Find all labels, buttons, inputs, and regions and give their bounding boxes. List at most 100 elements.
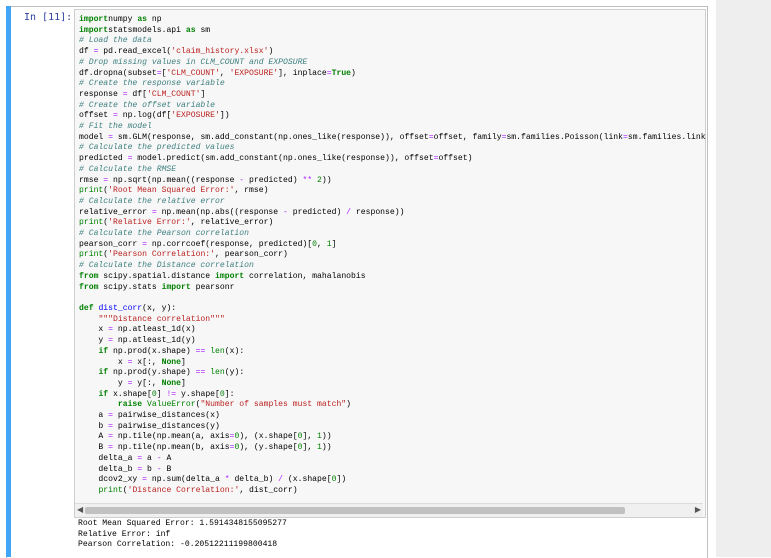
code-token: np.corrcoef(response, predicted)[ <box>147 239 313 249</box>
code-token: (x, y): <box>142 303 177 313</box>
code-token: # Calculate the Distance correlation <box>79 261 254 271</box>
code-token: np.tile(np.mean(b, axis <box>113 443 230 453</box>
code-line[interactable]: dcov2_xy = np.sum(delta_a * delta_b) / (… <box>79 475 705 486</box>
code-token: # Fit the model <box>79 122 152 132</box>
code-line[interactable]: # Create the response variable <box>79 79 705 90</box>
code-token: pairwise_distances(x) <box>113 411 220 421</box>
code-line[interactable]: delta_b = b - B <box>79 464 705 476</box>
code-token: ), (x.shape[ <box>239 432 298 442</box>
code-token: ]: <box>224 389 235 399</box>
scroll-right-icon[interactable]: ▶ <box>695 505 701 514</box>
code-token: model.predict(sm.add_constant(np.ones_li… <box>132 154 434 164</box>
code-token: print <box>79 250 104 260</box>
code-line[interactable]: print('Root Mean Squared Error:', rmse) <box>79 186 705 197</box>
code-token: np.atleast_1d(y) <box>113 336 196 346</box>
code-line[interactable]: importnumpy as np <box>79 15 705 26</box>
code-token: dcov2_xy <box>79 475 143 485</box>
cell-output: Root Mean Squared Error: 1.5914348155095… <box>78 519 287 551</box>
code-line[interactable]: importstatsmodels.api as sm <box>79 25 705 37</box>
code-line[interactable]: delta_a = a - A <box>79 453 705 465</box>
code-token: ], <box>302 443 318 453</box>
code-line[interactable]: from scipy.spatial.distance import corre… <box>79 272 705 283</box>
code-line[interactable]: # Load the data <box>79 36 705 47</box>
code-line[interactable]: rmse = np.sqrt(np.mean((response - predi… <box>79 175 705 187</box>
code-token: 'EXPOSURE' <box>229 68 279 78</box>
code-token: ) <box>351 68 356 78</box>
code-line[interactable]: A = np.tile(np.mean(a, axis=0), (x.shape… <box>79 432 705 443</box>
code-line[interactable]: # Calculate the Distance correlation <box>79 261 705 272</box>
code-token: "Number of samples must match" <box>200 400 347 410</box>
code-token: offset, family <box>433 132 502 142</box>
code-token: np.mean(np.abs((response <box>156 207 284 217</box>
code-token: # Load the data <box>79 36 152 46</box>
code-token: raise <box>117 400 143 410</box>
code-line[interactable]: print('Relative Error:', relative_error) <box>79 218 705 229</box>
code-line[interactable]: def dist_corr(x, y): <box>79 303 705 315</box>
code-token: , pearson_corr) <box>215 250 288 260</box>
code-token: x <box>79 357 128 367</box>
code-token: dist_corr <box>98 303 143 313</box>
code-line[interactable]: x = np.atleast_1d(x) <box>79 325 705 336</box>
code-line[interactable]: x = x[:, None] <box>79 357 705 369</box>
code-token: import <box>161 282 191 292</box>
code-token: len <box>210 346 225 356</box>
code-token: delta_a <box>79 453 138 463</box>
code-line[interactable]: response = df['CLM_COUNT'] <box>79 89 705 101</box>
code-line[interactable]: model = sm.GLM(response, sm.add_constant… <box>79 132 705 144</box>
code-token: response)) <box>351 207 405 217</box>
code-line[interactable]: y = y[:, None] <box>79 379 705 390</box>
code-line[interactable]: print('Pearson Correlation:', pearson_co… <box>79 250 705 261</box>
code-line[interactable]: if np.prod(y.shape) == len(y): <box>79 368 705 379</box>
code-token: relative_error <box>79 207 152 217</box>
code-text[interactable]: importnumpy as np importstatsmodels.api a… <box>79 15 705 497</box>
code-token: statsmodels.api <box>108 25 186 35</box>
code-token: from <box>79 282 99 292</box>
code-line[interactable]: if x.shape[0] != y.shape[0]: <box>79 389 705 401</box>
code-line[interactable]: # Create the offset variable <box>79 100 705 112</box>
code-token: sm.GLM(response, sm.add_constant(np.ones… <box>113 132 429 142</box>
code-token: 'Relative Error:' <box>108 218 191 228</box>
code-line[interactable]: b = pairwise_distances(y) <box>79 422 705 433</box>
code-token: A <box>79 432 109 442</box>
code-line[interactable] <box>79 293 705 304</box>
code-line[interactable]: """Distance correlation""" <box>79 315 705 326</box>
code-token: print <box>98 485 123 495</box>
code-line[interactable]: pearson_corr = np.corrcoef(response, pre… <box>79 239 705 251</box>
horizontal-scrollbar[interactable]: ◀ ▶ <box>75 503 703 517</box>
code-token: sm.families.Poisson(link <box>506 132 624 142</box>
code-line[interactable]: from scipy.stats import pearsonr <box>79 282 705 294</box>
code-line[interactable]: # Calculate the relative error <box>79 197 705 208</box>
code-line[interactable]: # Calculate the Pearson correlation <box>79 229 705 240</box>
scrollbar-thumb[interactable] <box>85 507 625 514</box>
selected-cell-indicator <box>6 6 11 557</box>
code-line[interactable]: a = pairwise_distances(x) <box>79 411 705 422</box>
code-line[interactable]: df = pd.read_excel('claim_history.xlsx') <box>79 47 705 58</box>
code-line[interactable]: print('Distance Correlation:', dist_corr… <box>79 485 705 497</box>
scroll-left-icon[interactable]: ◀ <box>77 505 83 514</box>
code-token: # Create the offset variable <box>79 100 215 110</box>
code-line[interactable]: offset = np.log(df['EXPOSURE']) <box>79 111 705 122</box>
code-token: 'claim_history.xlsx' <box>171 47 269 57</box>
code-line[interactable]: # Calculate the RMSE <box>79 165 705 176</box>
code-token: delta_b <box>79 464 138 474</box>
code-editor[interactable]: importnumpy as np importstatsmodels.api a… <box>74 9 706 518</box>
code-line[interactable]: raise ValueError("Number of samples must… <box>79 400 705 411</box>
code-line[interactable]: predicted = model.predict(sm.add_constan… <box>79 154 705 165</box>
code-token: np.sqrt(np.mean((response <box>108 175 240 185</box>
code-line[interactable]: y = np.atleast_1d(y) <box>79 336 705 347</box>
output-line: Pearson Correlation: -0.2051221119980041… <box>78 540 278 550</box>
code-line[interactable]: df.dropna(subset=['CLM_COUNT', 'EXPOSURE… <box>79 68 705 80</box>
code-line[interactable]: # Calculate the predicted values <box>79 143 705 154</box>
code-token: (x): <box>224 346 245 356</box>
code-line[interactable]: B = np.tile(np.mean(b, axis=0), (y.shape… <box>79 443 705 454</box>
code-line[interactable]: # Drop missing values in CLM_COUNT and E… <box>79 58 705 69</box>
code-line[interactable]: if np.prod(x.shape) == len(x): <box>79 346 705 358</box>
code-line[interactable]: relative_error = np.mean(np.abs((respons… <box>79 207 705 219</box>
code-token: ] <box>200 89 206 99</box>
code-token: sm <box>195 25 211 35</box>
code-line[interactable]: # Fit the model <box>79 122 705 133</box>
